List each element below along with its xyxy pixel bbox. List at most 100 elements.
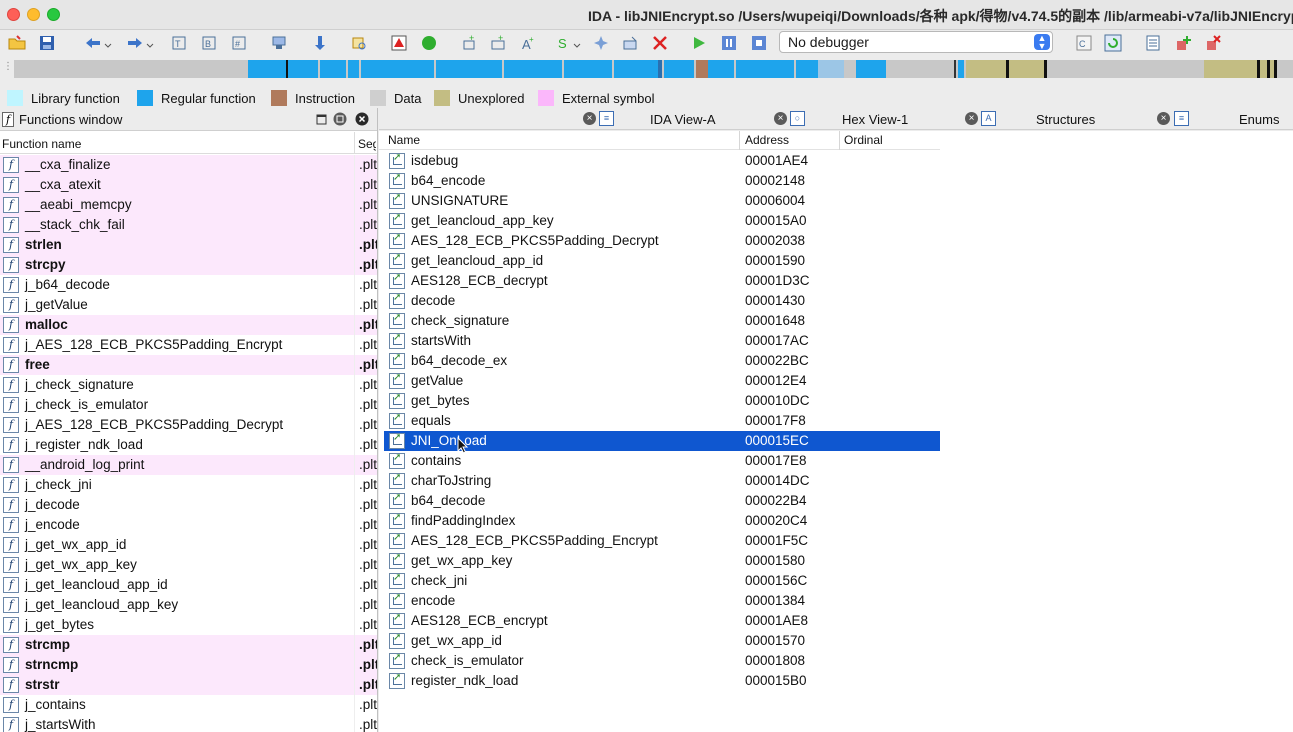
add-enum-icon[interactable]: + [489,34,507,52]
export-row[interactable]: check_signature 00001648 [384,311,940,331]
export-row[interactable]: register_ndk_load 000015B0 [384,671,940,691]
function-row[interactable]: f j_AES_128_ECB_PKCS5Padding_Encrypt .plt [0,335,377,355]
function-row[interactable]: f strstr .plt [0,675,377,695]
function-row[interactable]: f j_decode .plt [0,495,377,515]
function-row[interactable]: f j_get_wx_app_id .plt [0,535,377,555]
function-row[interactable]: f j_encode .plt [0,515,377,535]
find-immediate-icon[interactable]: # [230,34,248,52]
function-row[interactable]: f __stack_chk_fail .plt [0,215,377,235]
export-row[interactable]: b64_decode 000022B4 [384,491,940,511]
refresh-icon[interactable] [1104,34,1122,52]
export-row[interactable]: get_wx_app_key 00001580 [384,551,940,571]
function-row[interactable]: f j_startsWith .plt [0,715,377,732]
column-divider[interactable] [354,132,355,154]
function-row[interactable]: f j_get_wx_app_key .plt [0,555,377,575]
export-row[interactable]: startsWith 000017AC [384,331,940,351]
tab-ida-view-a[interactable]: IDA View-A [650,112,716,127]
export-row[interactable]: encode 00001384 [384,591,940,611]
start-icon[interactable] [420,34,438,52]
plugin-icon[interactable] [592,34,610,52]
column-address[interactable]: Address [745,133,789,147]
open-folder-icon[interactable] [8,34,26,52]
function-row[interactable]: f __android_log_print .plt [0,455,377,475]
close-icon[interactable] [355,112,369,126]
debugger-select[interactable]: No debugger ▲ ▼ [779,31,1053,53]
function-row[interactable]: f __cxa_atexit .plt [0,175,377,195]
export-row[interactable]: charToJstring 000014DC [384,471,940,491]
float-icon[interactable] [333,112,347,126]
export-row[interactable]: UNSIGNATURE 00006004 [384,191,940,211]
graph-icon[interactable] [270,34,288,52]
back-icon[interactable] [84,34,112,52]
export-row[interactable]: get_leancloud_app_id 00001590 [384,251,940,271]
tab-enums[interactable]: Enums [1239,112,1279,127]
function-row[interactable]: f j_b64_decode .plt [0,275,377,295]
play-icon[interactable] [690,34,708,52]
alert-icon[interactable] [390,34,408,52]
function-row[interactable]: f malloc .plt [0,315,377,335]
restore-icon[interactable] [314,112,328,126]
function-row[interactable]: f strcmp .plt [0,635,377,655]
window-minimize-button[interactable] [27,8,40,21]
export-row[interactable]: b64_encode 00002148 [384,171,940,191]
function-row[interactable]: f j_check_is_emulator .plt [0,395,377,415]
add-breakpoint-icon[interactable] [1174,34,1192,52]
export-row[interactable]: decode 00001430 [384,291,940,311]
function-row[interactable]: f strncmp .plt [0,655,377,675]
column-ordinal[interactable]: Ordinal [844,133,883,147]
tab-close-icon[interactable]: × [583,112,596,125]
column-divider[interactable] [839,131,840,150]
column-function-name[interactable]: Function name [2,137,81,151]
find-text-icon[interactable]: T [170,34,188,52]
tab-close-icon[interactable]: × [1157,112,1170,125]
export-row[interactable]: check_jni 0000156C [384,571,940,591]
navigation-band[interactable]: ⋮ [0,56,1293,86]
function-row[interactable]: f j_check_jni .plt [0,475,377,495]
function-row[interactable]: f j_contains .plt [0,695,377,715]
function-row[interactable]: f __cxa_finalize .plt [0,155,377,175]
remove-breakpoint-icon[interactable] [1204,34,1222,52]
pause-icon[interactable] [720,34,738,52]
find-binary-icon[interactable]: B [200,34,218,52]
function-row[interactable]: f j_AES_128_ECB_PKCS5Padding_Decrypt .plt [0,415,377,435]
export-row[interactable]: AES128_ECB_decrypt 00001D3C [384,271,940,291]
function-row[interactable]: f j_get_leancloud_app_id .plt [0,575,377,595]
column-segment[interactable]: Segment [358,137,376,151]
stop-icon[interactable] [750,34,768,52]
export-row[interactable]: get_leancloud_app_key 000015A0 [384,211,940,231]
function-row[interactable]: f strlen .plt [0,235,377,255]
export-row[interactable]: findPaddingIndex 000020C4 [384,511,940,531]
export-row[interactable]: equals 000017F8 [384,411,940,431]
function-row[interactable]: f __aeabi_memcpy .plt [0,195,377,215]
patch-icon[interactable] [621,34,639,52]
tab-hex-view-1[interactable]: Hex View-1 [842,112,908,127]
export-row[interactable]: get_bytes 000010DC [384,391,940,411]
function-row[interactable]: f j_get_bytes .plt [0,615,377,635]
down-arrow-icon[interactable] [311,34,329,52]
function-row[interactable]: f j_register_ndk_load .plt [0,435,377,455]
function-row[interactable]: f j_getValue .plt [0,295,377,315]
export-row[interactable]: get_wx_app_id 00001570 [384,631,940,651]
open-exports-icon[interactable] [350,34,368,52]
add-comment-icon[interactable]: A + [519,34,537,52]
function-row[interactable]: f free .plt [0,355,377,375]
export-row[interactable]: AES_128_ECB_PKCS5Padding_Encrypt 00001F5C [384,531,940,551]
navigation-bar[interactable] [14,60,1293,78]
segments-icon[interactable]: S [556,34,582,52]
export-row[interactable]: check_is_emulator 00001808 [384,651,940,671]
save-icon[interactable] [38,34,56,52]
delete-icon[interactable] [651,34,669,52]
export-row[interactable]: contains 000017E8 [384,451,940,471]
local-types-icon[interactable]: C [1075,34,1093,52]
tab-close-icon[interactable]: × [774,112,787,125]
export-row[interactable]: isdebug 00001AE4 [384,151,940,171]
export-row[interactable]: AES_128_ECB_PKCS5Padding_Decrypt 00002038 [384,231,940,251]
tab-close-icon[interactable]: × [965,112,978,125]
window-maximize-button[interactable] [47,8,60,21]
column-name[interactable]: Name [388,133,420,147]
tab-structures[interactable]: Structures [1036,112,1095,127]
window-close-button[interactable] [7,8,20,21]
add-struct-icon[interactable]: + [460,34,478,52]
function-row[interactable]: f strcpy .plt [0,255,377,275]
list-icon[interactable] [1144,34,1162,52]
